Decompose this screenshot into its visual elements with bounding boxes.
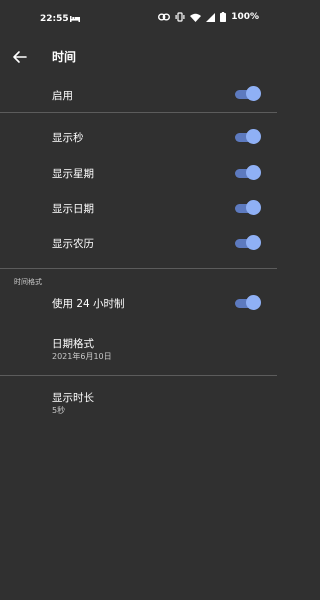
setting-label-use-24h: 使用 24 小时制 [52,298,125,310]
switch-thumb [246,129,261,144]
setting-label-show-date: 显示日期 [52,203,94,215]
switch-show-lunar[interactable] [233,235,261,251]
setting-row-show-lunar[interactable]: 显示农历 [0,226,277,260]
back-arrow-icon[interactable] [10,47,30,67]
divider [0,268,277,269]
switch-show-seconds[interactable] [233,129,261,145]
vibrate-icon [175,12,185,22]
setting-row-show-weekday[interactable]: 显示星期 [0,156,277,190]
switch-thumb [246,235,261,250]
status-time: 22:55 [40,14,69,24]
switch-thumb [246,295,261,310]
battery-percent: 100% [231,12,259,22]
signal-icon [206,12,216,22]
setting-label-show-weekday: 显示星期 [52,168,94,180]
divider [0,112,277,113]
setting-value-display-duration: 5秒 [52,406,66,415]
setting-row-enable[interactable]: 启用 [0,78,277,112]
setting-row-display-duration[interactable]: 显示时长 5秒 [0,382,277,424]
setting-label-enable: 启用 [52,90,73,102]
app-bar: 时间 [0,38,277,78]
bed-icon [70,16,80,22]
setting-label-show-seconds: 显示秒 [52,132,84,144]
status-icons: 100% [158,12,259,22]
page-title: 时间 [52,50,77,64]
switch-thumb [246,86,261,101]
setting-row-use-24h[interactable]: 使用 24 小时制 [0,286,277,320]
link-icon [158,13,171,21]
switch-thumb [246,200,261,215]
setting-value-date-format: 2021年6月10日 [52,352,112,361]
switch-enable[interactable] [233,86,261,102]
setting-row-show-date[interactable]: 显示日期 [0,191,277,225]
setting-label-display-duration: 显示时长 [52,392,94,404]
setting-label-date-format: 日期格式 [52,338,94,350]
switch-show-date[interactable] [233,200,261,216]
setting-row-date-format[interactable]: 日期格式 2021年6月10日 [0,328,277,370]
status-bar: 22:55 100% [0,0,277,38]
switch-show-weekday[interactable] [233,165,261,181]
wifi-icon [190,13,202,22]
setting-row-show-seconds[interactable]: 显示秒 [0,120,277,154]
switch-use-24h[interactable] [233,295,261,311]
battery-icon [220,12,227,22]
switch-thumb [246,165,261,180]
divider [0,375,277,376]
setting-label-show-lunar: 显示农历 [52,238,94,250]
